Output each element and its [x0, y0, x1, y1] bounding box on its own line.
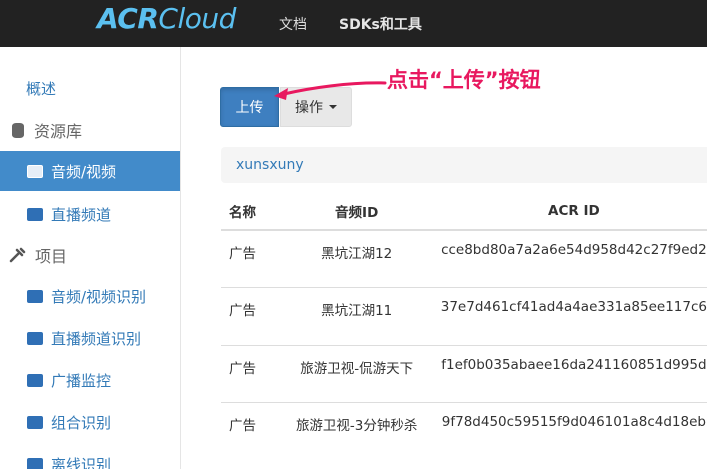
- live-channel-icon: [27, 207, 43, 221]
- audio-table: 名称 音频ID ACR ID 广告 黑坑江湖12 cce8bd80a7a2a6e…: [221, 193, 707, 460]
- sidebar-item-live-channel-recognition[interactable]: 直播频道识别: [0, 318, 180, 358]
- logo-text-cloud: Cloud: [158, 2, 236, 35]
- cell-name: 广告: [221, 402, 273, 460]
- cell-acr-id: 9f78d450c59515f9d046101a8c4d18eb: [440, 402, 707, 460]
- sidebar-item-label: 音频/视频识别: [51, 287, 147, 306]
- audio-video-recognition-icon: [27, 289, 43, 303]
- sidebar-item-label: 直播频道: [51, 205, 112, 224]
- sidebar-item-label: 广播监控: [51, 371, 112, 390]
- broadcast-monitor-icon: [27, 373, 43, 387]
- table-row[interactable]: 广告 旅游卫视-3分钟秒杀 9f78d450c59515f9d046101a8c…: [221, 402, 707, 460]
- column-header-acr-id[interactable]: ACR ID: [440, 193, 707, 231]
- cell-acr-id: cce8bd80a7a2a6e54d958d42c27f9ed2: [440, 229, 707, 288]
- wrench-icon: [9, 247, 27, 263]
- database-icon: [12, 122, 24, 138]
- table-row[interactable]: 广告 黑坑江湖12 cce8bd80a7a2a6e54d958d42c27f9e…: [221, 229, 707, 288]
- sidebar-item-label: 离线识别: [51, 455, 112, 469]
- audio-video-icon: [27, 164, 43, 178]
- cell-name: 广告: [221, 229, 273, 288]
- table-header-row: 名称 音频ID ACR ID: [221, 193, 707, 231]
- sidebar-item-live-channel[interactable]: 直播频道: [0, 194, 180, 234]
- sidebar-item-label: 音频/视频: [51, 162, 117, 181]
- combined-recognition-icon: [27, 415, 43, 429]
- top-navbar: ACRCloud 文档 SDKs和工具: [0, 0, 707, 47]
- annotation-arrow-icon: [274, 81, 387, 100]
- cell-audio-id: 旅游卫视-3分钟秒杀: [272, 402, 441, 460]
- cell-name: 广告: [221, 287, 273, 345]
- sidebar-item-label: 组合识别: [51, 413, 112, 432]
- bucket-name-link[interactable]: xunsxuny: [236, 157, 304, 173]
- sidebar-item-overview[interactable]: 概述: [0, 68, 180, 108]
- sidebar-item-audio-video-recognition[interactable]: 音频/视频识别: [0, 276, 180, 316]
- cell-audio-id: 黑坑江湖12: [272, 229, 441, 288]
- sidebar-item-audio-video[interactable]: 音频/视频: [0, 151, 180, 191]
- cell-audio-id: 旅游卫视-侃游天下: [272, 344, 441, 403]
- cell-acr-id: 37e7d461cf41ad4a4ae331a85ee117c6: [440, 287, 707, 345]
- cell-acr-id: f1ef0b035abaee16da241160851d995d: [440, 344, 707, 403]
- sidebar-item-broadcast-monitor[interactable]: 广播监控: [0, 360, 180, 400]
- sidebar-section-label: 项目: [35, 247, 68, 266]
- sidebar-item-combined-recognition[interactable]: 组合识别: [0, 402, 180, 442]
- sidebar: 概述 资源库 音频/视频 直播频道 项目 音频/视频识别 直播频道识别 广播监控…: [0, 47, 181, 469]
- sidebar-item-label: 直播频道识别: [51, 329, 142, 348]
- logo-text-acr: ACR: [97, 2, 159, 35]
- acrcloud-logo[interactable]: ACRCloud: [97, 2, 236, 35]
- column-header-audio-id[interactable]: 音频ID: [272, 193, 441, 231]
- column-header-name[interactable]: 名称: [221, 193, 273, 231]
- sidebar-section-projects: 项目: [0, 235, 180, 275]
- annotation-text: 点击“上传”按钮: [387, 68, 541, 92]
- table-row[interactable]: 广告 旅游卫视-侃游天下 f1ef0b035abaee16da241160851…: [221, 344, 707, 403]
- sidebar-item-label: 概述: [26, 79, 57, 98]
- nav-link-sdks-tools[interactable]: SDKs和工具: [339, 14, 422, 34]
- sidebar-section-library: 资源库: [0, 110, 180, 150]
- sidebar-section-label: 资源库: [34, 122, 83, 141]
- sidebar-item-offline-recognition[interactable]: 离线识别: [0, 444, 180, 469]
- table-row[interactable]: 广告 黑坑江湖11 37e7d461cf41ad4a4ae331a85ee117…: [221, 287, 707, 345]
- cell-name: 广告: [221, 344, 273, 403]
- nav-link-docs[interactable]: 文档: [279, 14, 307, 34]
- cell-audio-id: 黑坑江湖11: [272, 287, 441, 345]
- live-channel-recognition-icon: [27, 331, 43, 345]
- bucket-breadcrumb: xunsxuny: [221, 147, 707, 183]
- offline-recognition-icon: [27, 457, 43, 469]
